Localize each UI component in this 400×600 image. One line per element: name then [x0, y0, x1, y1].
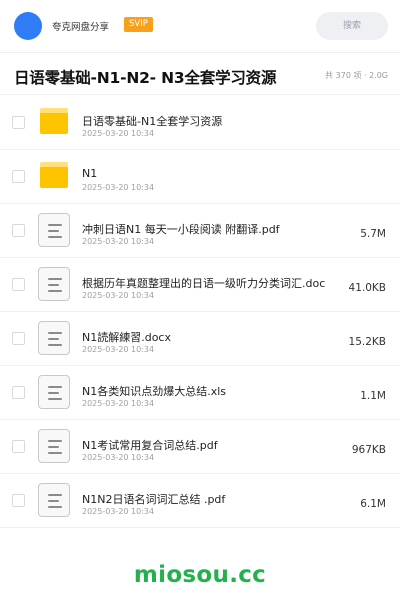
select-checkbox[interactable] — [12, 386, 25, 399]
file-name[interactable]: N1 — [82, 167, 97, 180]
document-icon — [38, 213, 70, 247]
title-divider — [0, 94, 400, 95]
file-date: 2025-03-20 10:34 — [82, 237, 155, 246]
top-bar: 夸克网盘分享 SVIP 搜索 — [0, 0, 400, 52]
file-name[interactable]: 日语零基础-N1全套学习资源 — [82, 113, 222, 129]
document-icon — [38, 483, 70, 517]
file-row[interactable]: 冲刺日语N1 每天一小段阅读 附翻译.pdf 2025-03-20 10:34 5.… — [0, 204, 400, 258]
file-row[interactable]: N1読解練習.docx 2025-03-20 10:34 15.2KB — [0, 312, 400, 366]
file-row[interactable]: N1各类知识点劲爆大总结.xls 2025-03-20 10:34 1.1M — [0, 366, 400, 420]
folder-icon — [40, 108, 68, 134]
file-date: 2025-03-20 10:34 — [82, 129, 155, 138]
select-checkbox[interactable] — [12, 440, 25, 453]
share-summary: 共 370 项 · 2.0G — [325, 71, 388, 80]
select-checkbox[interactable] — [12, 116, 25, 129]
file-name[interactable]: N1考试常用复合词总结.pdf — [82, 437, 218, 453]
file-size: 41.0KB — [348, 282, 386, 294]
watermark: miosou.cc — [133, 562, 267, 588]
file-size: 15.2KB — [348, 336, 386, 348]
select-checkbox[interactable] — [12, 224, 25, 237]
file-date: 2025-03-20 10:34 — [82, 291, 155, 300]
file-row[interactable]: 日语零基础-N1全套学习资源 2025-03-20 10:34 — [0, 96, 400, 150]
file-name[interactable]: N1N2日语名词词汇总结 .pdf — [82, 491, 225, 507]
svip-badge: SVIP — [124, 17, 153, 32]
file-date: 2025-03-20 10:34 — [82, 453, 155, 462]
file-size: 1.1M — [360, 390, 386, 402]
file-date: 2025-03-20 10:34 — [82, 345, 155, 354]
page-title: 日语零基础-N1-N2- N3全套学习资源 — [14, 69, 277, 87]
file-row[interactable]: N1 2025-03-20 10:34 — [0, 150, 400, 204]
file-date: 2025-03-20 10:34 — [82, 183, 155, 192]
sharer-name: 夸克网盘分享 — [52, 22, 110, 33]
file-name[interactable]: N1読解練習.docx — [82, 329, 171, 345]
folder-icon — [40, 162, 68, 188]
file-row[interactable]: N1考试常用复合词总结.pdf 2025-03-20 10:34 967KB — [0, 420, 400, 474]
file-list: 日语零基础-N1全套学习资源 2025-03-20 10:34 N1 2025-03-… — [0, 96, 400, 528]
document-icon — [38, 321, 70, 355]
file-size: 967KB — [351, 444, 386, 456]
file-row[interactable]: 根据历年真题整理出的日语一级听力分类词汇.doc 2025-03-20 10:34… — [0, 258, 400, 312]
file-row[interactable]: N1N2日语名词词汇总结 .pdf 2025-03-20 10:34 6.1M — [0, 474, 400, 528]
file-name[interactable]: N1各类知识点劲爆大总结.xls — [82, 383, 226, 399]
file-date: 2025-03-20 10:34 — [82, 507, 155, 516]
document-icon — [38, 375, 70, 409]
file-date: 2025-03-20 10:34 — [82, 399, 155, 408]
file-name[interactable]: 根据历年真题整理出的日语一级听力分类词汇.doc — [82, 275, 325, 291]
file-name[interactable]: 冲刺日语N1 每天一小段阅读 附翻译.pdf — [82, 221, 280, 237]
avatar[interactable] — [14, 12, 42, 40]
search-button[interactable]: 搜索 — [316, 12, 388, 40]
document-icon — [38, 429, 70, 463]
header-divider — [0, 52, 400, 53]
file-size: 5.7M — [360, 228, 386, 240]
select-checkbox[interactable] — [12, 332, 25, 345]
file-size: 6.1M — [360, 498, 386, 510]
document-icon — [38, 267, 70, 301]
select-checkbox[interactable] — [12, 494, 25, 507]
select-checkbox[interactable] — [12, 170, 25, 183]
select-checkbox[interactable] — [12, 278, 25, 291]
